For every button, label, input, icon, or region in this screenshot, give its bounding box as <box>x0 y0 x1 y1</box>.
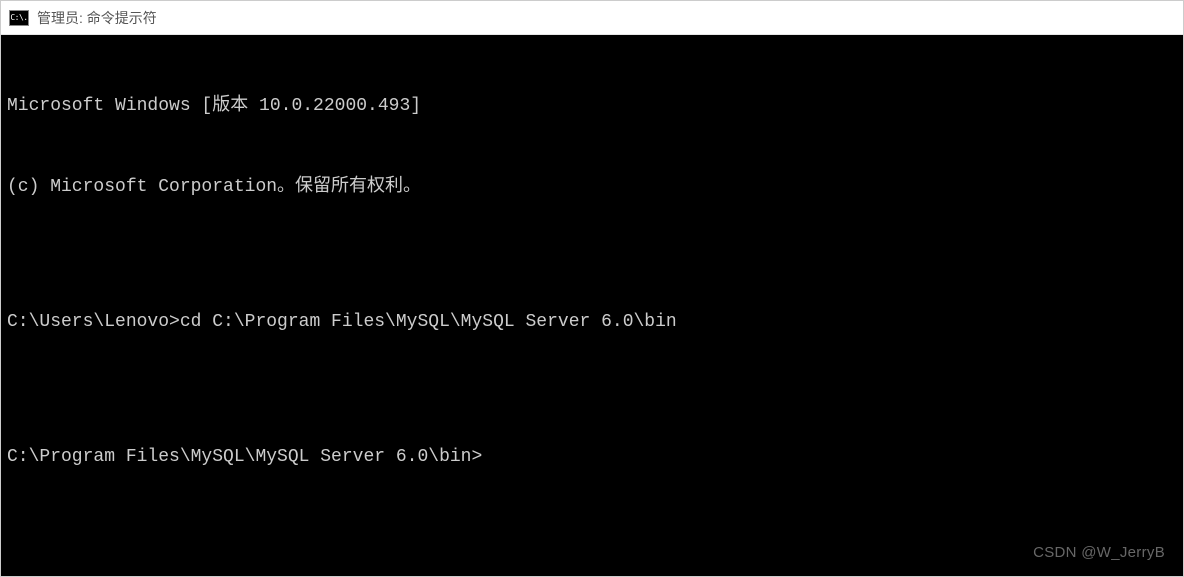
watermark: CSDN @W_JerryB <box>1033 542 1165 565</box>
window-title: 管理员: 命令提示符 <box>37 8 157 28</box>
terminal-output-line: (c) Microsoft Corporation。保留所有权利。 <box>7 174 1177 201</box>
cmd-icon: C:\. <box>9 10 29 26</box>
command-prompt-window: C:\. 管理员: 命令提示符 Microsoft Windows [版本 10… <box>0 0 1184 577</box>
terminal-output-line: Microsoft Windows [版本 10.0.22000.493] <box>7 93 1177 120</box>
terminal-area[interactable]: Microsoft Windows [版本 10.0.22000.493] (c… <box>1 35 1183 576</box>
cmd-icon-text: C:\. <box>10 14 27 22</box>
titlebar[interactable]: C:\. 管理员: 命令提示符 <box>1 1 1183 35</box>
terminal-prompt: C:\Program Files\MySQL\MySQL Server 6.0\… <box>7 447 482 467</box>
terminal-command: cd C:\Program Files\MySQL\MySQL Server 6… <box>180 312 677 332</box>
terminal-prompt: C:\Users\Lenovo> <box>7 312 180 332</box>
terminal-prompt-line: C:\Program Files\MySQL\MySQL Server 6.0\… <box>7 444 1177 471</box>
terminal-command-line: C:\Users\Lenovo>cd C:\Program Files\MySQ… <box>7 309 1177 336</box>
